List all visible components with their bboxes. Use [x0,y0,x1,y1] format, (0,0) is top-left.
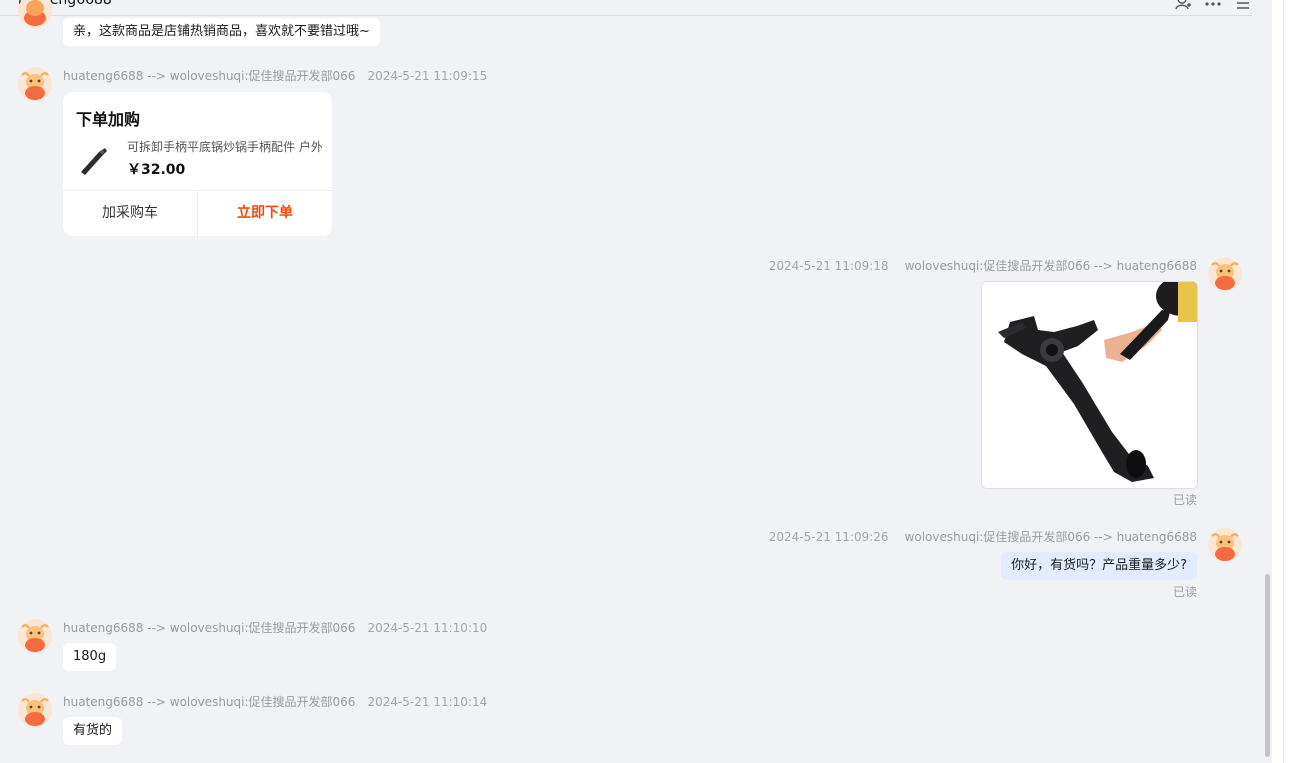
image-message[interactable] [981,281,1198,489]
message-bubble: 你好，有货吗？产品重量多少? [1001,552,1197,580]
message-sender: huateng6688 --> woloveshuqi:促佳搜品开发部066 [63,695,356,709]
pan-handle-photo [982,282,1197,488]
message-time: 2024-5-21 11:09:15 [367,69,488,83]
chat-header: huateng6688 [0,0,1252,16]
side-panel-edge [1272,0,1294,763]
message-meta: huateng6688 --> woloveshuqi:促佳搜品开发部066 20… [63,693,487,710]
message-meta: huateng6688 --> woloveshuqi:促佳搜品开发部066 20… [63,619,487,636]
avatar-bull-icon[interactable] [1208,257,1242,291]
avatar-bull-icon[interactable] [18,619,52,653]
message-bubble: 180g [63,643,117,671]
add-contact-icon[interactable] [1174,0,1192,10]
buy-now-button[interactable]: 立即下单 [198,191,332,236]
avatar-bull-icon[interactable] [18,0,52,28]
avatar-bull-icon[interactable] [18,67,52,101]
message-bubble: 有货的 [63,717,123,745]
message-meta: 2024-5-21 11:09:26 woloveshuqi:促佳搜品开发部066… [769,528,1197,545]
order-card: 下单加购 可拆卸手柄平底锅炒锅手柄配件 户外 ￥32.00 加采购车 立即下单 [63,92,332,236]
add-to-cart-button[interactable]: 加采购车 [63,191,197,236]
chat-scrollbar[interactable] [1265,574,1270,757]
message-sender: woloveshuqi:促佳搜品开发部066 --> huateng6688 [904,259,1197,273]
read-status: 已读 [1173,585,1198,599]
read-status: 已读 [1173,493,1198,507]
chat-panel: huateng6688 亲，这款商品是店铺热销商品，喜欢就不要错过哦~ huat… [0,0,1272,763]
message-sender: huateng6688 --> woloveshuqi:促佳搜品开发部066 [63,621,356,635]
avatar-bull-icon[interactable] [1208,528,1242,562]
message-meta: huateng6688 --> woloveshuqi:促佳搜品开发部066 20… [63,67,487,84]
message-bubble: 亲，这款商品是店铺热销商品，喜欢就不要错过哦~ [63,18,380,46]
message-sender: huateng6688 --> woloveshuqi:促佳搜品开发部066 [63,69,356,83]
panel-divider [1283,0,1284,763]
message-time: 2024-5-21 11:09:18 [768,259,889,273]
message-time: 2024-5-21 11:09:26 [768,530,889,544]
order-card-title: 下单加购 [76,110,141,129]
product-handle-thumbnail[interactable] [75,142,111,178]
list-icon[interactable] [1234,0,1252,10]
message-meta: 2024-5-21 11:09:18 woloveshuqi:促佳搜品开发部066… [769,257,1197,274]
product-name[interactable]: 可拆卸手柄平底锅炒锅手柄配件 户外 [127,138,322,155]
product-price: ￥32.00 [127,162,186,178]
avatar-bull-icon[interactable] [18,693,52,727]
message-sender: woloveshuqi:促佳搜品开发部066 --> huateng6688 [904,530,1197,544]
more-icon[interactable] [1204,0,1222,10]
message-time: 2024-5-21 11:10:10 [367,621,488,635]
message-time: 2024-5-21 11:10:14 [367,695,488,709]
